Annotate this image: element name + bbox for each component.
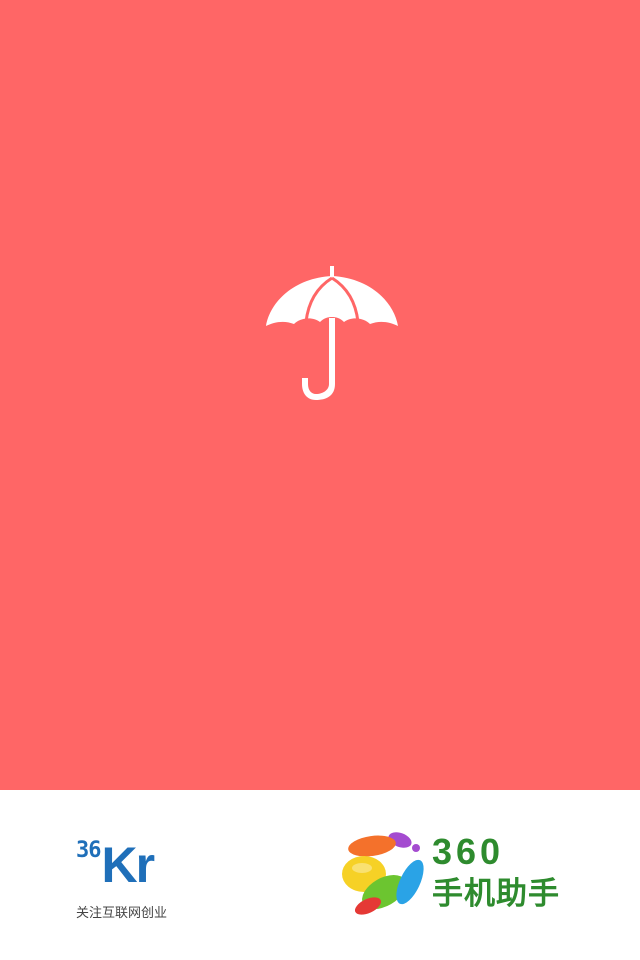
36kr-number: 36	[76, 838, 101, 863]
sponsor-footer: 36 Kr 关注互联网创业 360 手机助手	[0, 790, 640, 960]
splash-screen	[0, 0, 640, 790]
umbrella-icon	[266, 266, 398, 400]
36kr-wordmark: 36 Kr	[76, 837, 156, 894]
36kr-tagline: 关注互联网创业	[76, 905, 168, 920]
360-colorful-ball-icon	[342, 832, 424, 915]
36kr-letters: Kr	[101, 837, 156, 893]
360-assistant-name: 手机助手	[432, 876, 560, 911]
360-assistant-logo: 360 手机助手	[338, 828, 588, 918]
360-number: 360	[432, 831, 505, 872]
36kr-logo: 36 Kr 关注互联网创业	[76, 838, 186, 926]
